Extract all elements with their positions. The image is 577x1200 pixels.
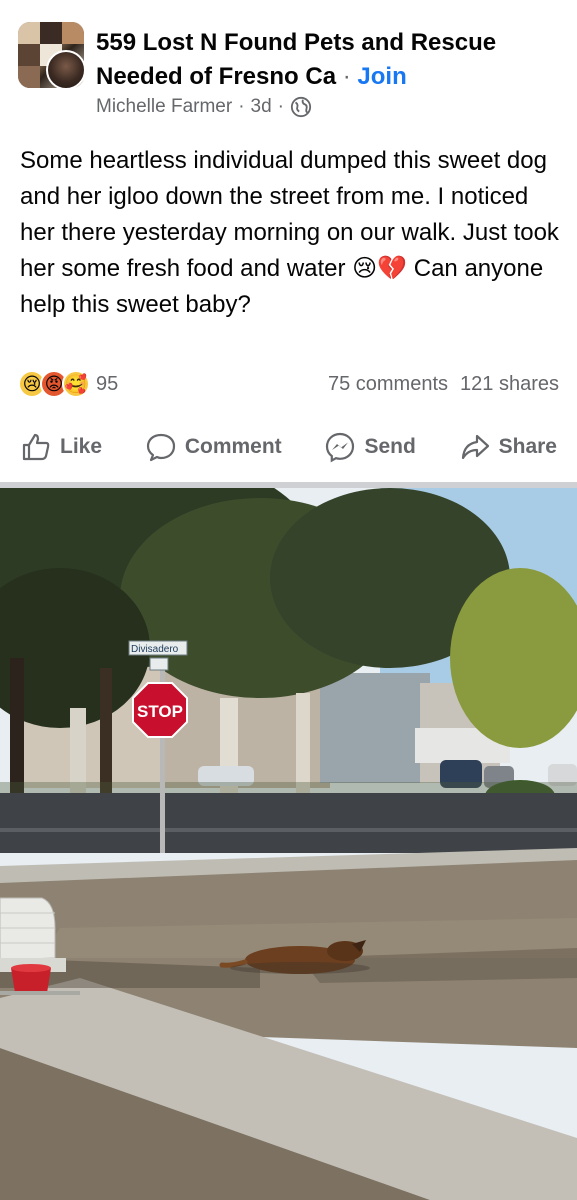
thumbs-up-icon <box>22 433 50 461</box>
join-button[interactable]: Join <box>357 63 406 90</box>
comment-label: Comment <box>184 435 282 458</box>
like-button[interactable]: Like <box>20 431 102 463</box>
post-meta: Michelle Farmer · 3d · <box>96 96 312 118</box>
author-name[interactable]: Michelle Farmer <box>96 96 232 118</box>
comment-button[interactable]: Comment <box>145 431 282 463</box>
meta-separator: · <box>277 96 284 117</box>
share-label: Share <box>498 435 557 458</box>
like-label: Like <box>60 435 103 458</box>
send-button[interactable]: Send <box>324 431 416 463</box>
post-time[interactable]: 3d <box>251 96 272 118</box>
messenger-icon <box>326 432 355 463</box>
share-button[interactable]: Share <box>459 431 557 463</box>
avatar-tile <box>62 22 84 44</box>
post-header: 559 Lost N Found Pets and Rescue Needed … <box>0 0 577 130</box>
comment-bubble-icon <box>146 433 175 462</box>
comments-count[interactable]: 75 comments <box>328 373 448 396</box>
send-label: Send <box>364 435 416 458</box>
action-bar: Like Comment Send Share <box>0 418 577 476</box>
avatar-tile <box>18 22 40 44</box>
avatar-tile <box>40 22 62 44</box>
title-separator: · <box>342 63 351 90</box>
avatar-tile <box>18 44 40 66</box>
shares-count[interactable]: 121 shares <box>460 373 559 396</box>
post-stats: 75 comments 121 shares <box>328 373 559 396</box>
avatar-tile <box>18 66 40 88</box>
post-photo[interactable]: Divisadero STOP <box>0 488 577 1200</box>
post-body-text: Some heartless individual dumped this sw… <box>20 147 559 318</box>
reactions-row: 😢 😡 🥰 95 75 comments 121 shares <box>18 366 559 402</box>
reaction-summary[interactable]: 😢 😡 🥰 <box>18 370 90 398</box>
street-scene-image: Divisadero STOP <box>0 488 577 1200</box>
share-arrow-icon <box>461 434 489 460</box>
globe-icon <box>290 96 312 118</box>
group-name-link[interactable]: 559 Lost N Found Pets and Rescue Needed … <box>96 29 496 90</box>
street-sign-text: Divisadero <box>131 644 179 655</box>
author-avatar[interactable] <box>46 50 86 90</box>
care-reaction-icon: 🥰 <box>62 370 90 398</box>
reaction-count[interactable]: 95 <box>96 373 118 396</box>
meta-separator: · <box>238 96 245 117</box>
group-title: 559 Lost N Found Pets and Rescue Needed … <box>96 26 556 94</box>
stop-sign-text: STOP <box>137 702 183 721</box>
